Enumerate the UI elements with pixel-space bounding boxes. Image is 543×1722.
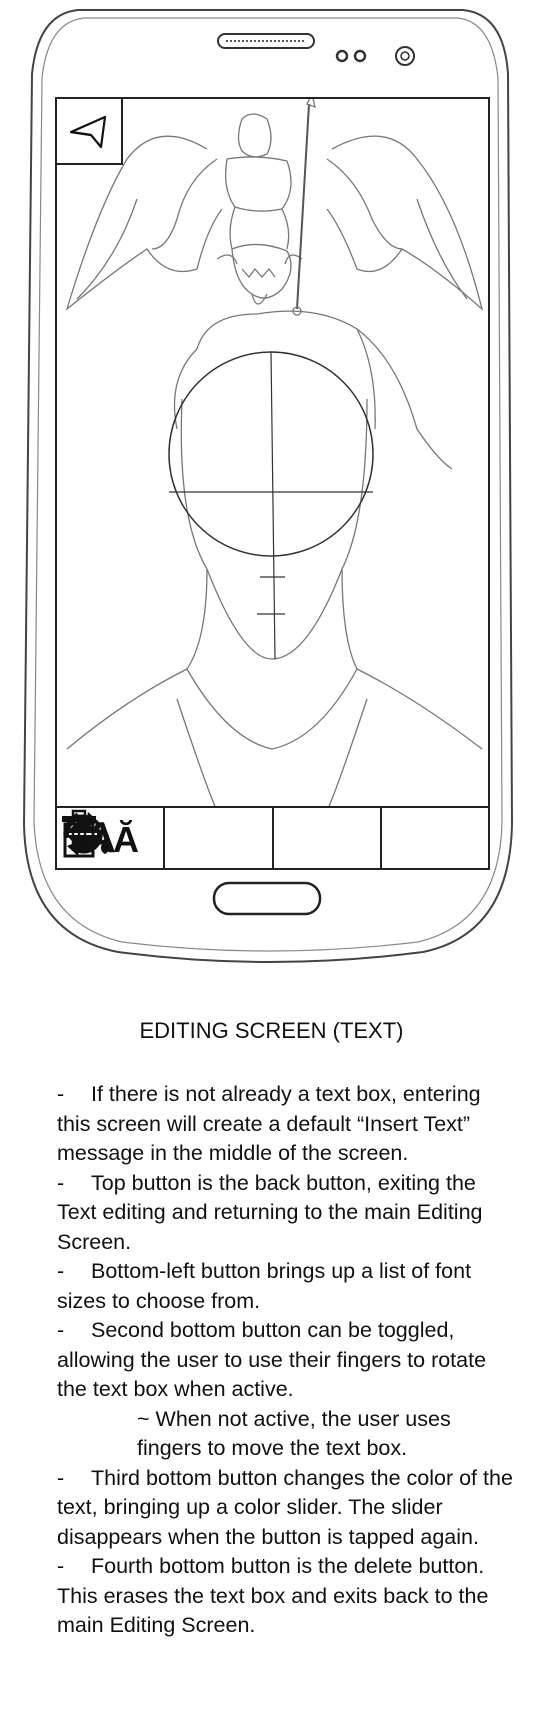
note-text: If there is not already a text box, ente… — [57, 1082, 481, 1165]
note-text: Bottom-left button brings up a list of f… — [57, 1259, 472, 1313]
note-dash: - — [57, 1259, 65, 1283]
sketch-artwork — [65, 99, 484, 811]
note-item: - Second bottom button can be toggled, al… — [57, 1316, 517, 1405]
trash-icon — [62, 809, 96, 858]
color-button[interactable] — [65, 808, 382, 868]
note-item: - Bottom-left button brings up a list of … — [57, 1257, 517, 1316]
rotate-toggle-button[interactable] — [63, 808, 274, 868]
note-subitem: ~ When not active, the user uses fingers… — [137, 1406, 451, 1461]
back-button[interactable] — [57, 99, 123, 165]
note-dash: - — [57, 1170, 65, 1195]
note-text: Top button is the back button, exiting t… — [57, 1170, 483, 1254]
note-item: - Fourth bottom button is the delete butt… — [57, 1552, 517, 1641]
note-item: - If there is not already a text box, ent… — [57, 1080, 517, 1169]
note-item: - Third bottom button changes the color o… — [57, 1464, 517, 1553]
screen-caption: EDITING SCREEN (TEXT) — [139, 1018, 404, 1043]
description-notes: - If there is not already a text box, ent… — [57, 1080, 517, 1641]
note-item: - Top button is the back button, exiting … — [57, 1169, 517, 1258]
note-text: Third bottom button changes the color of… — [57, 1465, 513, 1549]
phone-mockup: AĂ — [18, 4, 523, 964]
note-dash: - — [57, 1465, 65, 1490]
delete-button[interactable] — [62, 808, 488, 868]
note-text: Second bottom button can be toggled, all… — [57, 1318, 487, 1401]
note-dash: - — [57, 1082, 65, 1106]
note-dash: - — [57, 1318, 65, 1342]
back-arrow-icon — [69, 115, 107, 149]
note-dash: - — [57, 1554, 65, 1578]
phone-screen: AĂ — [55, 97, 490, 870]
note-text: Fourth bottom button is the delete butto… — [57, 1554, 489, 1637]
bottom-toolbar: AĂ — [57, 806, 488, 868]
